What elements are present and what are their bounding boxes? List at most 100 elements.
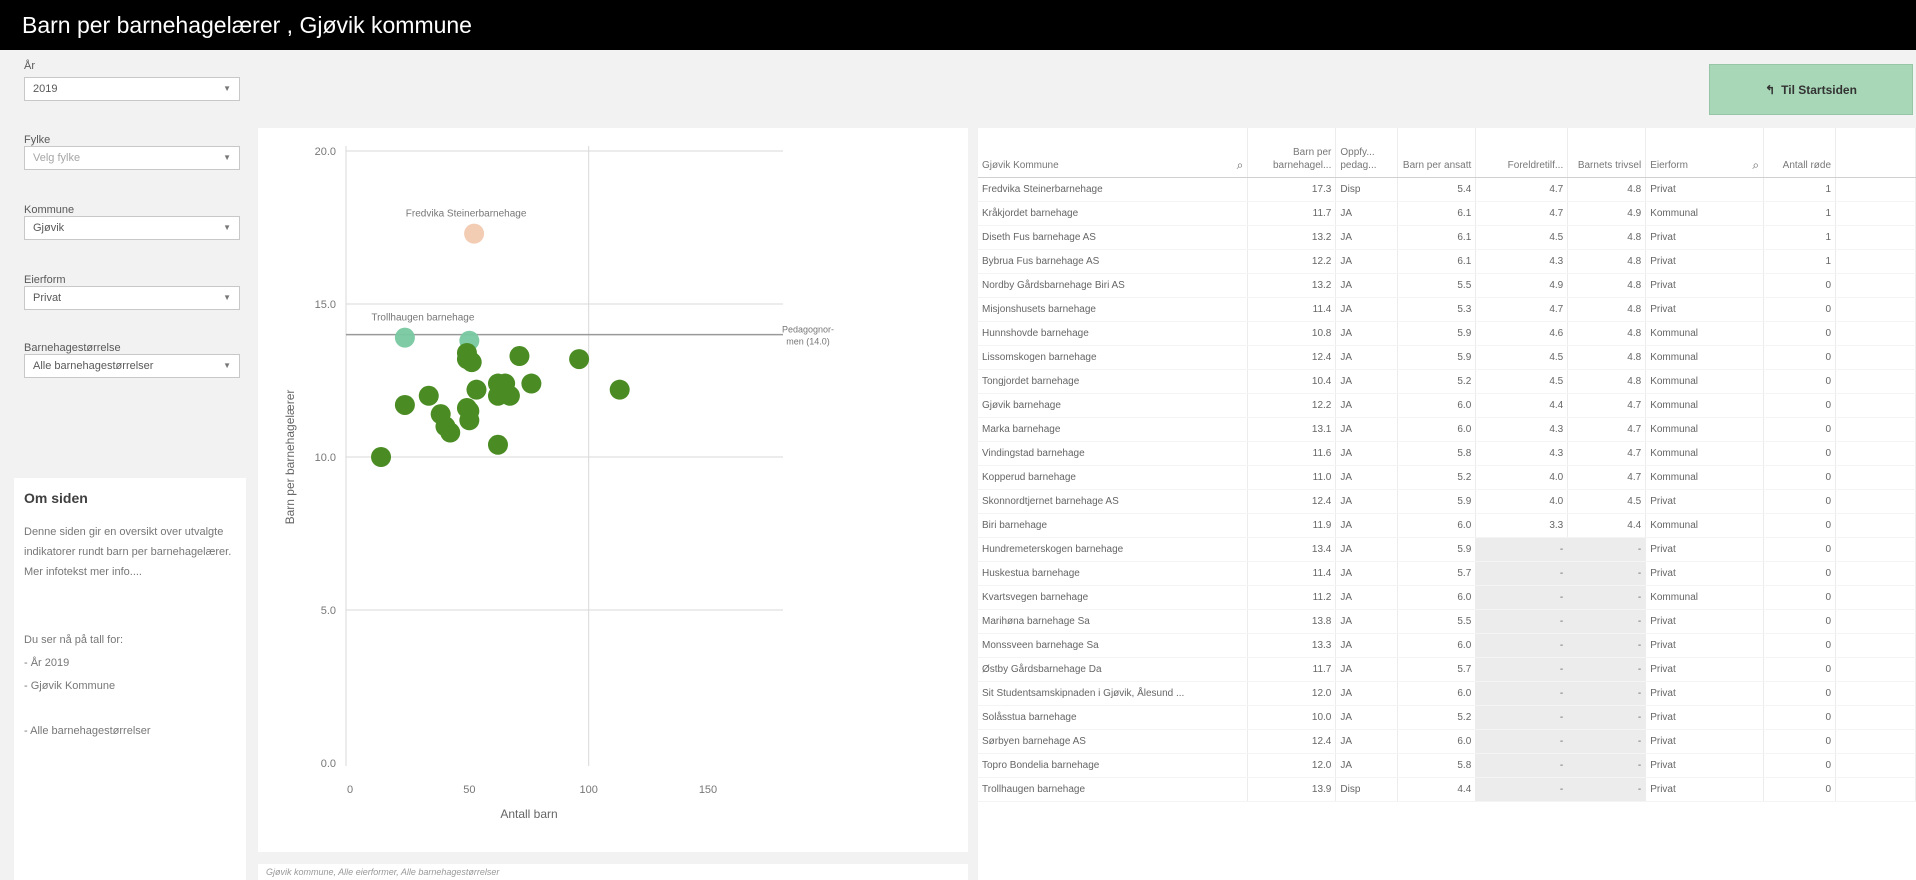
table-row[interactable]: Lissomskogen barnehage 12.4 JA 5.9 4.5 4.8 Kom… xyxy=(978,345,1916,370)
cell-child-wellbeing: - xyxy=(1567,561,1647,586)
table-row[interactable]: Diseth Fus barnehage AS 13.2 JA 6.1 4.5 4.8 Pr… xyxy=(978,225,1916,250)
scatter-chart-panel: 0.0 5.0 10.0 15.0 20.0 0 50 100 150 Pedagognor-me… xyxy=(258,128,968,852)
table-row[interactable]: Kopperud barnehage 11.0 JA 5.2 4.0 4.7 Kommuna… xyxy=(978,465,1916,490)
cell-pedagogue-norm: JA xyxy=(1335,417,1399,442)
cell-name: Diseth Fus barnehage AS xyxy=(978,225,1249,250)
table-row[interactable]: Vindingstad barnehage 11.6 JA 5.8 4.3 4.7 Komm… xyxy=(978,441,1916,466)
table-row[interactable]: Kvartsvegen barnehage 11.2 JA 6.0- - Kommunal… xyxy=(978,585,1916,610)
cell-children-per-employee: 5.9 xyxy=(1397,345,1477,370)
cell-spacer xyxy=(1835,657,1916,682)
column-header-red-count[interactable]: Antall røde xyxy=(1763,128,1837,178)
cell-child-wellbeing: 4.8 xyxy=(1567,177,1647,202)
cell-red-count: 0 xyxy=(1763,297,1837,322)
cell-children-per-employee: 5.9 xyxy=(1397,537,1477,562)
cell-ownership: Kommunal xyxy=(1645,345,1765,370)
table-row[interactable]: Nordby Gårdsbarnehage Biri AS 13.2 JA 5.5 4.… xyxy=(978,273,1916,298)
cell-children-per-employee: 5.3 xyxy=(1397,297,1477,322)
table-row[interactable]: Marihøna barnehage Sa 13.8 JA 5.5- - Privat 0 xyxy=(978,609,1916,634)
cell-name: Østby Gårdsbarnehage Da xyxy=(978,657,1249,682)
chevron-down-icon: ▼ xyxy=(223,223,231,232)
about-line-year: - År 2019 xyxy=(24,657,70,669)
table-row[interactable]: Tongjordet barnehage 10.4 JA 5.2 4.5 4.8 Kommu… xyxy=(978,369,1916,394)
cell-parent-satisfaction: - xyxy=(1475,585,1569,610)
about-text: Denne siden gir en oversikt over utvalgt… xyxy=(24,526,232,578)
table-row[interactable]: Gjøvik barnehage 12.2 JA 6.0 4.4 4.7 Kommunal 0 xyxy=(978,393,1916,418)
table-row[interactable]: Østby Gårdsbarnehage Da 11.7 JA 5.7- - Privat… xyxy=(978,657,1916,682)
column-header-pedagogue-norm[interactable]: Oppfy... pedag... xyxy=(1335,128,1399,178)
cell-red-count: 0 xyxy=(1763,609,1837,634)
cell-red-count: 0 xyxy=(1763,561,1837,586)
cell-ownership: Kommunal xyxy=(1645,201,1765,226)
cell-ownership: Privat xyxy=(1645,729,1765,754)
column-header-children-per-employee[interactable]: Barn per ansatt xyxy=(1397,128,1477,178)
cell-parent-satisfaction: 4.4 xyxy=(1475,393,1569,418)
table-row[interactable]: Topro Bondelia barnehage 12.0 JA 5.8- - Priva… xyxy=(978,753,1916,778)
y-tick-label: 20.0 xyxy=(315,146,336,158)
municipality-select[interactable]: Gjøvik ▼ xyxy=(24,216,240,240)
cell-child-wellbeing: - xyxy=(1567,753,1647,778)
year-select[interactable]: 2019 ▼ xyxy=(24,77,240,101)
table-row[interactable]: Misjonshusets barnehage 11.4 JA 5.3 4.7 4.8 Pr… xyxy=(978,297,1916,322)
cell-name: Biri barnehage xyxy=(978,513,1249,538)
x-tick-label: 0 xyxy=(347,784,353,796)
cell-ownership: Privat xyxy=(1645,681,1765,706)
table-row[interactable]: Bybrua Fus barnehage AS 12.2 JA 6.1 4.3 4.8 Pr… xyxy=(978,249,1916,274)
cell-child-wellbeing: 4.8 xyxy=(1567,273,1647,298)
search-icon[interactable]: ⌕ xyxy=(1752,159,1759,172)
cell-pedagogue-norm: JA xyxy=(1335,657,1399,682)
table-row[interactable]: Marka barnehage 13.1 JA 6.0 4.3 4.7 Kommunal 0 xyxy=(978,417,1916,442)
column-header-children-per-teacher[interactable]: Barn per barnehagel... xyxy=(1247,128,1337,178)
cell-children-per-employee: 6.0 xyxy=(1397,417,1477,442)
chevron-down-icon: ▼ xyxy=(223,361,231,370)
cell-name: Skonnordtjernet barnehage AS xyxy=(978,489,1249,514)
table-row[interactable]: Sit Studentsamskipnaden i Gjøvik, Ålesun… xyxy=(978,681,1916,706)
table-row[interactable]: Monssveen barnehage Sa 13.3 JA 6.0- - Privat 0 xyxy=(978,633,1916,658)
cell-red-count: 0 xyxy=(1763,705,1837,730)
table-row[interactable]: Sørbyen barnehage AS 12.4 JA 6.0- - Privat 0 xyxy=(978,729,1916,754)
search-icon[interactable]: ⌕ xyxy=(1237,159,1244,172)
cell-parent-satisfaction: 4.0 xyxy=(1475,465,1569,490)
cell-spacer xyxy=(1835,609,1916,634)
county-select[interactable]: Velg fylke ▼ xyxy=(24,146,240,170)
cell-children-per-teacher: 12.4 xyxy=(1247,729,1337,754)
table-row[interactable]: Fredvika Steinerbarnehage 17.3 Disp 5.4 4.7 4… xyxy=(978,177,1916,202)
column-header-child-wellbeing[interactable]: Barnets trivsel xyxy=(1567,128,1647,178)
cell-red-count: 0 xyxy=(1763,489,1837,514)
cell-child-wellbeing: 4.8 xyxy=(1567,345,1647,370)
x-tick-label: 50 xyxy=(463,784,475,796)
chevron-down-icon: ▼ xyxy=(223,293,231,302)
cell-red-count: 0 xyxy=(1763,585,1837,610)
ownership-select[interactable]: Privat ▼ xyxy=(24,286,240,310)
table-row[interactable]: Huskestua barnehage 11.4 JA 5.7- - Privat 0 xyxy=(978,561,1916,586)
column-header-spacer xyxy=(1835,128,1916,178)
table-row[interactable]: Hunnshovde barnehage 10.8 JA 5.9 4.6 4.8 Kommu… xyxy=(978,321,1916,346)
table-row[interactable]: Trollhaugen barnehage 13.9 Disp 4.4- - Privat… xyxy=(978,777,1916,802)
column-header-parent-satisfaction[interactable]: Foreldretilf... xyxy=(1475,128,1569,178)
cell-spacer xyxy=(1835,753,1916,778)
table-row[interactable]: Solåsstua barnehage 10.0 JA 5.2- - Privat 0 xyxy=(978,705,1916,730)
cell-name: Kopperud barnehage xyxy=(978,465,1249,490)
table-row[interactable]: Hundremeterskogen barnehage 13.4 JA 5.9- - Pr… xyxy=(978,537,1916,562)
column-header-ownership[interactable]: ⌕ Eierform xyxy=(1645,128,1765,178)
cell-red-count: 0 xyxy=(1763,513,1837,538)
cell-pedagogue-norm: Disp xyxy=(1335,777,1399,802)
cell-parent-satisfaction: 4.6 xyxy=(1475,321,1569,346)
table-row[interactable]: Biri barnehage 11.9 JA 6.0 3.3 4.4 Kommunal 0 xyxy=(978,513,1916,538)
cell-children-per-teacher: 13.3 xyxy=(1247,633,1337,658)
cell-name: Huskestua barnehage xyxy=(978,561,1249,586)
y-tick-label: 5.0 xyxy=(321,605,336,617)
table-row[interactable]: Skonnordtjernet barnehage AS 12.4 JA 5.9 4.0… xyxy=(978,489,1916,514)
cell-pedagogue-norm: JA xyxy=(1335,489,1399,514)
cell-ownership: Kommunal xyxy=(1645,417,1765,442)
size-select[interactable]: Alle barnehagestørrelser ▼ xyxy=(24,354,240,378)
back-to-start-button[interactable]: ↰ Til Startsiden xyxy=(1709,64,1913,115)
cell-parent-satisfaction: 4.0 xyxy=(1475,489,1569,514)
cell-parent-satisfaction: 4.7 xyxy=(1475,177,1569,202)
cell-pedagogue-norm: JA xyxy=(1335,585,1399,610)
scatter-point xyxy=(487,434,508,455)
scatter-chart: 0.0 5.0 10.0 15.0 20.0 0 50 100 150 Pedagognor-me… xyxy=(283,146,834,821)
cell-ownership: Kommunal xyxy=(1645,321,1765,346)
table-row[interactable]: Kråkjordet barnehage 11.7 JA 6.1 4.7 4.9 Kommu… xyxy=(978,201,1916,226)
cell-children-per-teacher: 13.8 xyxy=(1247,609,1337,634)
column-header-name[interactable]: ⌕ Gjøvik Kommune xyxy=(978,128,1249,178)
